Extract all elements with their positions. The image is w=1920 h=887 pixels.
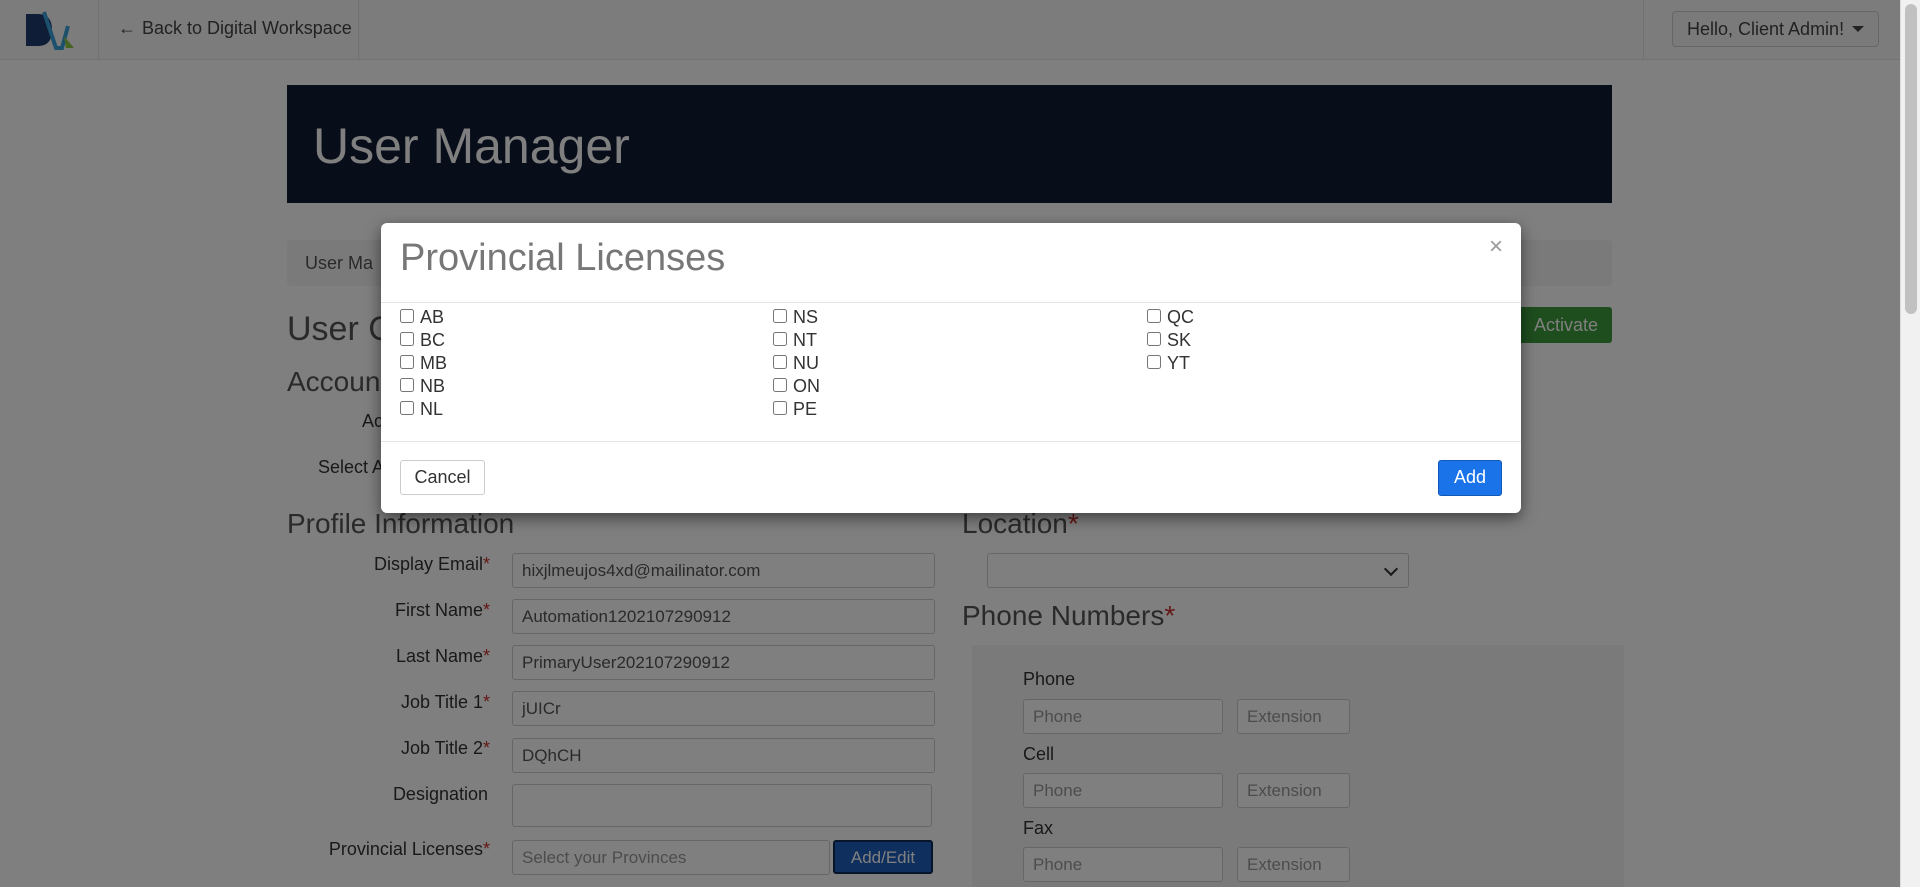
modal-body: AB BC MB NB NL NS NT NU ON PE QC SK YT xyxy=(400,306,1500,419)
province-code-label: NS xyxy=(793,307,819,327)
scrollbar-thumb[interactable] xyxy=(1905,4,1917,314)
province-checkbox-item[interactable]: YT xyxy=(1147,352,1194,375)
province-checkbox-item[interactable]: PE xyxy=(773,398,820,421)
province-checkbox[interactable] xyxy=(1147,308,1161,323)
province-column: QC SK YT xyxy=(1147,306,1194,375)
province-checkbox[interactable] xyxy=(773,377,787,392)
province-code-label: PE xyxy=(793,399,818,419)
province-checkbox[interactable] xyxy=(773,308,787,323)
province-checkbox[interactable] xyxy=(773,354,787,369)
province-checkbox[interactable] xyxy=(1147,354,1161,369)
province-code-label: QC xyxy=(1167,307,1194,327)
province-checkbox[interactable] xyxy=(773,331,787,346)
province-column: NS NT NU ON PE xyxy=(773,306,820,421)
province-checkbox[interactable] xyxy=(400,308,414,323)
province-checkbox-item[interactable]: BC xyxy=(400,329,447,352)
province-checkbox-item[interactable]: AB xyxy=(400,306,447,329)
province-code-label: NT xyxy=(793,330,817,350)
province-checkbox-item[interactable]: NB xyxy=(400,375,447,398)
province-checkbox-item[interactable]: NL xyxy=(400,398,447,421)
province-checkbox-item[interactable]: NT xyxy=(773,329,820,352)
province-checkbox[interactable] xyxy=(400,377,414,392)
cancel-button[interactable]: Cancel xyxy=(400,460,485,495)
province-checkbox-item[interactable]: ON xyxy=(773,375,820,398)
province-code-label: AB xyxy=(420,307,445,327)
province-checkbox[interactable] xyxy=(773,400,787,415)
provincial-licenses-modal: Provincial Licenses × AB BC MB NB NL NS NT NU O… xyxy=(381,223,1521,513)
province-checkbox[interactable] xyxy=(400,400,414,415)
province-code-label: YT xyxy=(1167,353,1191,373)
province-code-label: NU xyxy=(793,353,819,373)
province-checkbox-item[interactable]: QC xyxy=(1147,306,1194,329)
province-checkbox-item[interactable]: MB xyxy=(400,352,447,375)
province-code-label: BC xyxy=(420,330,446,350)
modal-header: Provincial Licenses × xyxy=(381,223,1521,303)
province-checkbox[interactable] xyxy=(400,331,414,346)
province-code-label: SK xyxy=(1167,330,1192,350)
province-checkbox-item[interactable]: SK xyxy=(1147,329,1194,352)
province-checkbox[interactable] xyxy=(400,354,414,369)
province-checkbox[interactable] xyxy=(1147,331,1161,346)
province-checkbox-item[interactable]: NU xyxy=(773,352,820,375)
province-code-label: ON xyxy=(793,376,820,396)
modal-footer: Cancel Add xyxy=(381,441,1521,513)
province-checkbox-item[interactable]: NS xyxy=(773,306,820,329)
page-scrollbar[interactable] xyxy=(1900,0,1920,887)
province-code-label: NL xyxy=(420,399,444,419)
close-icon[interactable]: × xyxy=(1489,235,1503,259)
add-button[interactable]: Add xyxy=(1438,460,1502,496)
province-code-label: MB xyxy=(420,353,447,373)
modal-title: Provincial Licenses xyxy=(400,237,726,279)
province-code-label: NB xyxy=(420,376,446,396)
province-column: AB BC MB NB NL xyxy=(400,306,447,421)
